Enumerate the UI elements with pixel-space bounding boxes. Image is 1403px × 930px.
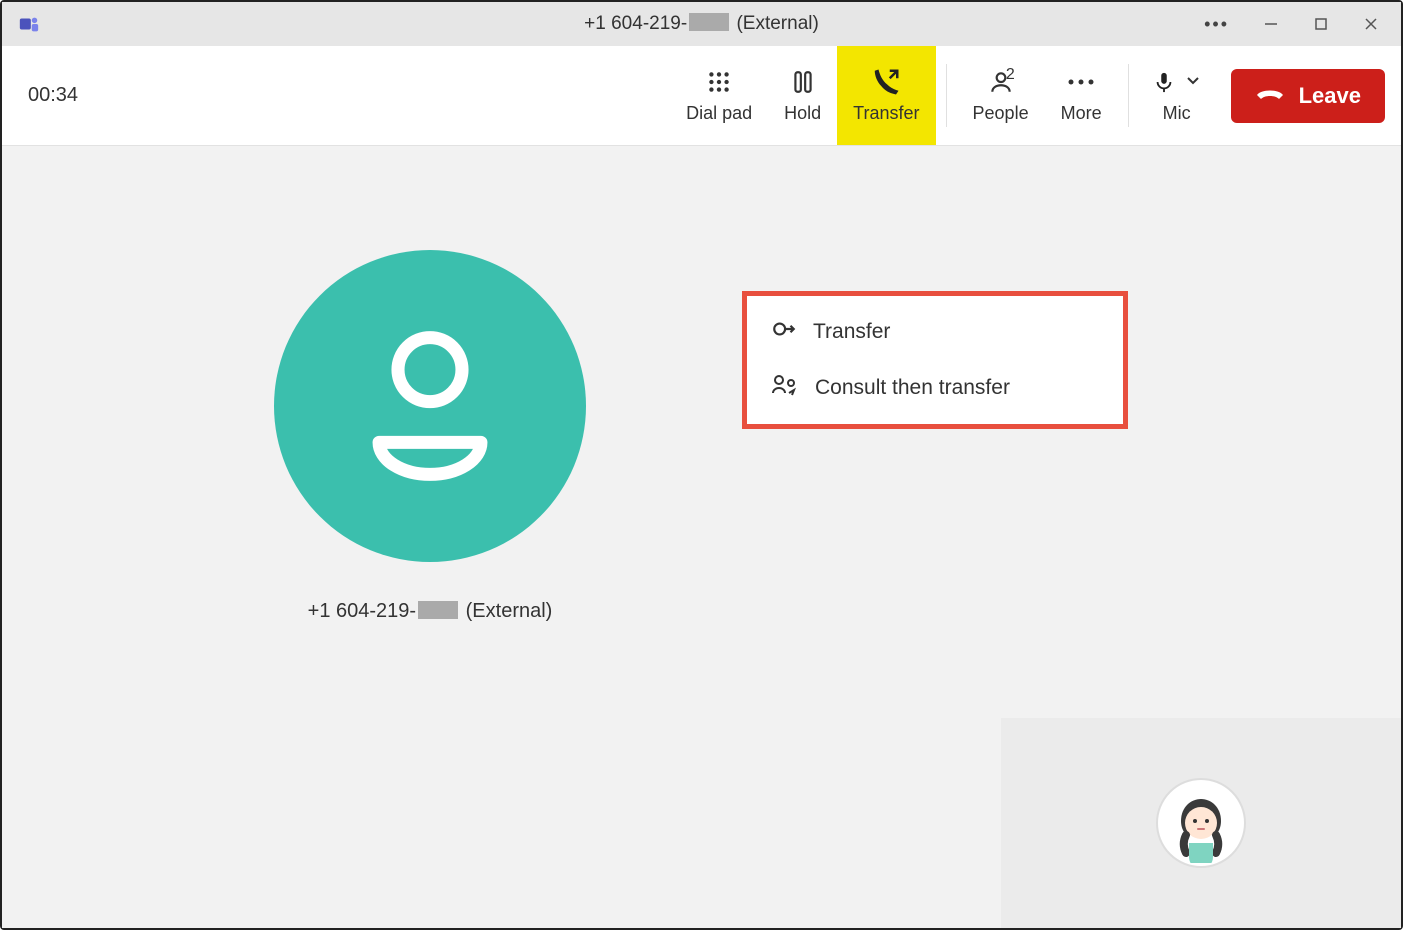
close-button[interactable] — [1363, 16, 1379, 32]
dropdown-transfer-label: Transfer — [813, 320, 890, 344]
mic-chevron-icon[interactable] — [1185, 72, 1201, 93]
hold-button[interactable]: Hold — [768, 46, 837, 145]
people-count: 2 — [1006, 66, 1015, 84]
dialpad-label: Dial pad — [686, 103, 752, 124]
self-avatar — [1156, 778, 1246, 868]
teams-app-icon — [18, 13, 40, 35]
title-external-suffix: (External) — [736, 13, 818, 34]
participant-external-suffix: (External) — [466, 600, 553, 622]
masked-digits — [418, 601, 458, 619]
toolbar-divider — [946, 64, 947, 127]
consult-icon — [771, 372, 799, 404]
mic-label: Mic — [1163, 103, 1191, 124]
people-label: People — [973, 103, 1029, 124]
hold-icon — [790, 67, 816, 97]
mic-icon — [1153, 67, 1175, 97]
maximize-button[interactable] — [1313, 16, 1329, 32]
call-stage: +1 604-219- (External) Transfer Consult … — [2, 146, 1401, 928]
transfer-dropdown: Transfer Consult then transfer — [742, 291, 1128, 429]
dropdown-consult-label: Consult then transfer — [815, 376, 1010, 400]
call-toolbar: 00:34 Dial pad Hold Transfer 2 People — [2, 46, 1401, 146]
more-options-icon[interactable]: ••• — [1204, 14, 1229, 35]
mic-button[interactable]: Mic — [1139, 46, 1215, 145]
transfer-icon — [871, 67, 901, 97]
minimize-button[interactable] — [1263, 16, 1279, 32]
window-title: +1 604-219- (External) — [2, 13, 1401, 35]
more-icon — [1066, 67, 1096, 97]
hangup-icon — [1255, 83, 1285, 109]
transfer-label: Transfer — [853, 103, 919, 124]
dialpad-button[interactable]: Dial pad — [670, 46, 768, 145]
remote-avatar — [274, 250, 586, 562]
people-button[interactable]: 2 People — [957, 46, 1045, 145]
self-video-tile[interactable] — [1001, 718, 1401, 928]
leave-label: Leave — [1299, 83, 1361, 109]
more-label: More — [1061, 103, 1102, 124]
call-timer: 00:34 — [28, 46, 148, 145]
participant-phone-prefix: +1 604-219- — [308, 600, 416, 622]
transfer-button[interactable]: Transfer — [837, 46, 935, 145]
participant-label: +1 604-219- (External) — [274, 600, 586, 623]
dropdown-item-transfer[interactable]: Transfer — [747, 304, 1123, 360]
more-button[interactable]: More — [1045, 46, 1118, 145]
titlebar: +1 604-219- (External) ••• — [2, 2, 1401, 46]
title-phone-prefix: +1 604-219- — [584, 13, 687, 34]
leave-button[interactable]: Leave — [1231, 69, 1385, 123]
toolbar-divider-2 — [1128, 64, 1129, 127]
masked-digits — [689, 13, 729, 31]
hold-label: Hold — [784, 103, 821, 124]
remote-participant: +1 604-219- (External) — [274, 250, 586, 623]
dropdown-item-consult[interactable]: Consult then transfer — [747, 360, 1123, 416]
window-controls: ••• — [1204, 14, 1401, 35]
transfer-arrow-icon — [771, 316, 797, 348]
dialpad-icon — [706, 67, 732, 97]
